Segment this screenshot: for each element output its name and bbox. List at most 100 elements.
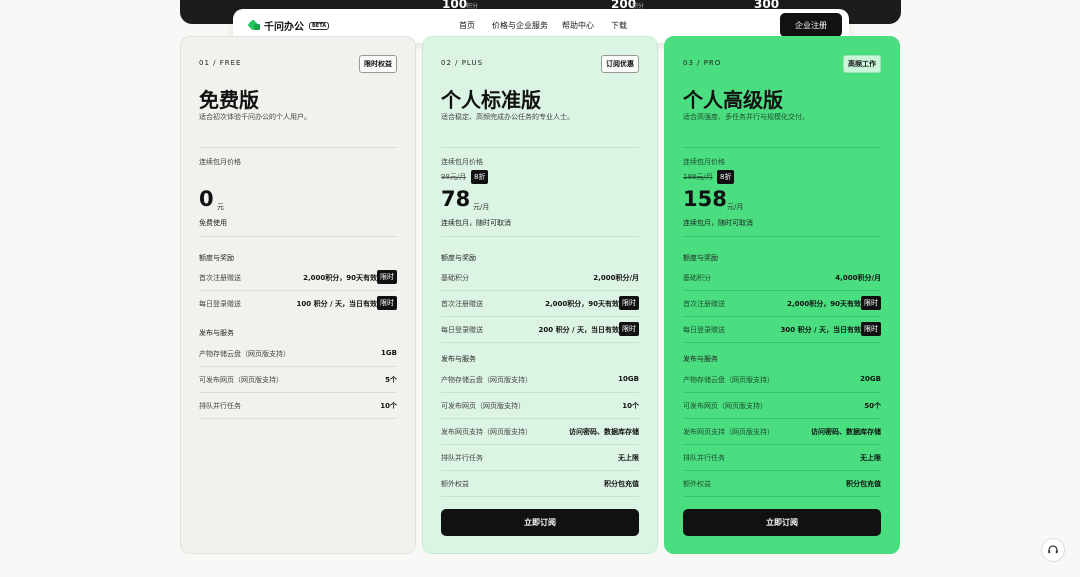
feature-label: 发布网页支持（网页版支持）: [683, 428, 774, 436]
feature-row: 产物存储云盘（网页版支持） 20GB: [683, 367, 881, 393]
price-label: 连续包月价格: [683, 158, 725, 166]
nav-item-download[interactable]: 下载: [611, 20, 627, 31]
price-note: 连续包月，随时可取消: [683, 219, 753, 227]
nav-item-pricing[interactable]: 价格与企业服务: [492, 20, 548, 31]
headset-icon: [1048, 545, 1058, 554]
plan-card-plus: 02 / PLUS 订阅优惠 个人标准版 适合稳定、高频完成办公任务的专业人士。…: [422, 36, 658, 554]
plan-card-pro: 03 / PRO 高频工作 个人高级版 适合高强度、多任务并行与规模化交付。 连…: [664, 36, 900, 554]
plan-card-free: 01 / FREE 限时权益 免费版 适合初次体验千问办公的个人用户。 连续包月…: [180, 36, 416, 554]
feature-value: 5个: [385, 376, 397, 384]
price-value: 0: [199, 187, 214, 211]
limited-badge: 限时: [377, 296, 397, 310]
feature-label: 额外权益: [683, 480, 711, 488]
plan-code: 01 / FREE: [199, 59, 242, 67]
original-price: 98元/月: [441, 173, 467, 181]
feature-label: 排队并行任务: [199, 402, 241, 410]
feature-value: 积分包充值: [604, 480, 639, 488]
feature-value: 200 积分 / 天，当日有效: [538, 326, 619, 334]
section-title-publish: 发布与服务: [199, 329, 234, 337]
feature-value: 10个: [622, 402, 639, 410]
feature-label: 首次注册赠送: [683, 300, 725, 308]
feature-row: 排队并行任务 10个: [199, 393, 397, 419]
feature-row: 排队并行任务 无上限: [683, 445, 881, 471]
price-unit: 元: [217, 203, 224, 211]
plan-code: 03 / PRO: [683, 59, 722, 67]
beta-badge: BETA: [309, 21, 330, 30]
enterprise-register-button[interactable]: 企业注册: [780, 13, 842, 37]
feature-value: 10GB: [618, 375, 639, 383]
limited-badge: 限时: [861, 322, 881, 336]
feature-value: 无上限: [618, 454, 639, 462]
feature-row: 发布网页支持（网页版支持） 访问密码、数据库存储: [683, 419, 881, 445]
plan-description: 适合初次体验千问办公的个人用户。: [199, 113, 311, 121]
feature-row: 产物存储云盘（网页版支持） 10GB: [441, 367, 639, 393]
feature-label: 排队并行任务: [683, 454, 725, 462]
price-unit: 元/月: [727, 203, 744, 211]
feature-value: 50个: [864, 402, 881, 410]
feature-value: 1GB: [381, 349, 397, 357]
feature-row: 基础积分 4,000积分/月: [683, 265, 881, 291]
feature-row: 产物存储云盘（网页版支持） 1GB: [199, 341, 397, 367]
feature-value: 2,000积分/月: [593, 274, 639, 282]
price-label: 连续包月价格: [441, 158, 483, 166]
feature-value: 100 积分 / 天，当日有效: [296, 300, 377, 308]
feature-row: 首次注册赠送 2,000积分，90天有效 限时: [683, 291, 881, 317]
feature-row: 每日登录赠送 100 积分 / 天，当日有效 限时: [199, 291, 397, 317]
divider: [441, 147, 639, 148]
logo[interactable]: 千问办公 BETA: [247, 18, 330, 33]
nav-item-home[interactable]: 首页: [459, 20, 475, 31]
feature-label: 每日登录赠送: [199, 300, 241, 308]
feature-value: 2,000积分，90天有效: [787, 300, 861, 308]
feature-row: 可发布网页（网页版支持） 50个: [683, 393, 881, 419]
section-title-quota: 额度与奖励: [199, 254, 234, 262]
feature-value: 积分包充值: [846, 480, 881, 488]
feature-row: 可发布网页（网页版支持） 10个: [441, 393, 639, 419]
subscribe-button[interactable]: 立即订阅: [683, 509, 881, 536]
section-title-publish: 发布与服务: [683, 355, 718, 363]
discount-badge: 8折: [471, 170, 489, 184]
feature-row: 额外权益 积分包充值: [441, 471, 639, 497]
price-note: 免费使用: [199, 219, 227, 227]
limited-badge: 限时: [619, 296, 639, 310]
support-button[interactable]: [1041, 538, 1065, 562]
feature-row: 首次注册赠送 2,000积分，90天有效 限时: [199, 265, 397, 291]
feature-label: 首次注册赠送: [199, 274, 241, 282]
discount-badge: 8折: [717, 170, 735, 184]
feature-label: 每日登录赠送: [441, 326, 483, 334]
feature-row: 每日登录赠送 200 积分 / 天，当日有效 限时: [441, 317, 639, 343]
feature-label: 基础积分: [441, 274, 469, 282]
feature-value: 20GB: [860, 375, 881, 383]
feature-row: 额外权益 积分包充值: [683, 471, 881, 497]
feature-row: 基础积分 2,000积分/月: [441, 265, 639, 291]
logo-icon: [247, 19, 261, 32]
feature-row: 每日登录赠送 300 积分 / 天，当日有效 限时: [683, 317, 881, 343]
plan-code: 02 / PLUS: [441, 59, 484, 67]
price-label: 连续包月价格: [199, 158, 241, 166]
feature-label: 发布网页支持（网页版支持）: [441, 428, 532, 436]
feature-row: 发布网页支持（网页版支持） 访问密码、数据库存储: [441, 419, 639, 445]
feature-label: 可发布网页（网页版支持）: [441, 402, 525, 410]
plan-name: 免费版: [199, 88, 259, 112]
feature-value: 2,000积分，90天有效: [545, 300, 619, 308]
limited-badge: 限时: [377, 270, 397, 284]
feature-label: 产物存储云盘（网页版支持）: [441, 376, 532, 384]
feature-row: 可发布网页（网页版支持） 5个: [199, 367, 397, 393]
nav-item-help[interactable]: 帮助中心: [562, 20, 594, 31]
feature-row: 首次注册赠送 2,000积分，90天有效 限时: [441, 291, 639, 317]
subscribe-button[interactable]: 立即订阅: [441, 509, 639, 536]
feature-row: 排队并行任务 无上限: [441, 445, 639, 471]
feature-label: 额外权益: [441, 480, 469, 488]
feature-value: 4,000积分/月: [835, 274, 881, 282]
plan-tag: 订阅优惠: [601, 55, 639, 73]
plan-tag: 限时权益: [359, 55, 397, 73]
divider: [683, 236, 881, 237]
feature-value: 2,000积分，90天有效: [303, 274, 377, 282]
plan-name: 个人高级版: [683, 88, 783, 112]
section-title-publish: 发布与服务: [441, 355, 476, 363]
feature-label: 基础积分: [683, 274, 711, 282]
section-title-quota: 额度与奖励: [441, 254, 476, 262]
price-unit: 元/月: [473, 203, 490, 211]
original-price: 198元/月: [683, 173, 713, 181]
price-value: 158: [683, 187, 727, 211]
divider: [199, 236, 397, 237]
